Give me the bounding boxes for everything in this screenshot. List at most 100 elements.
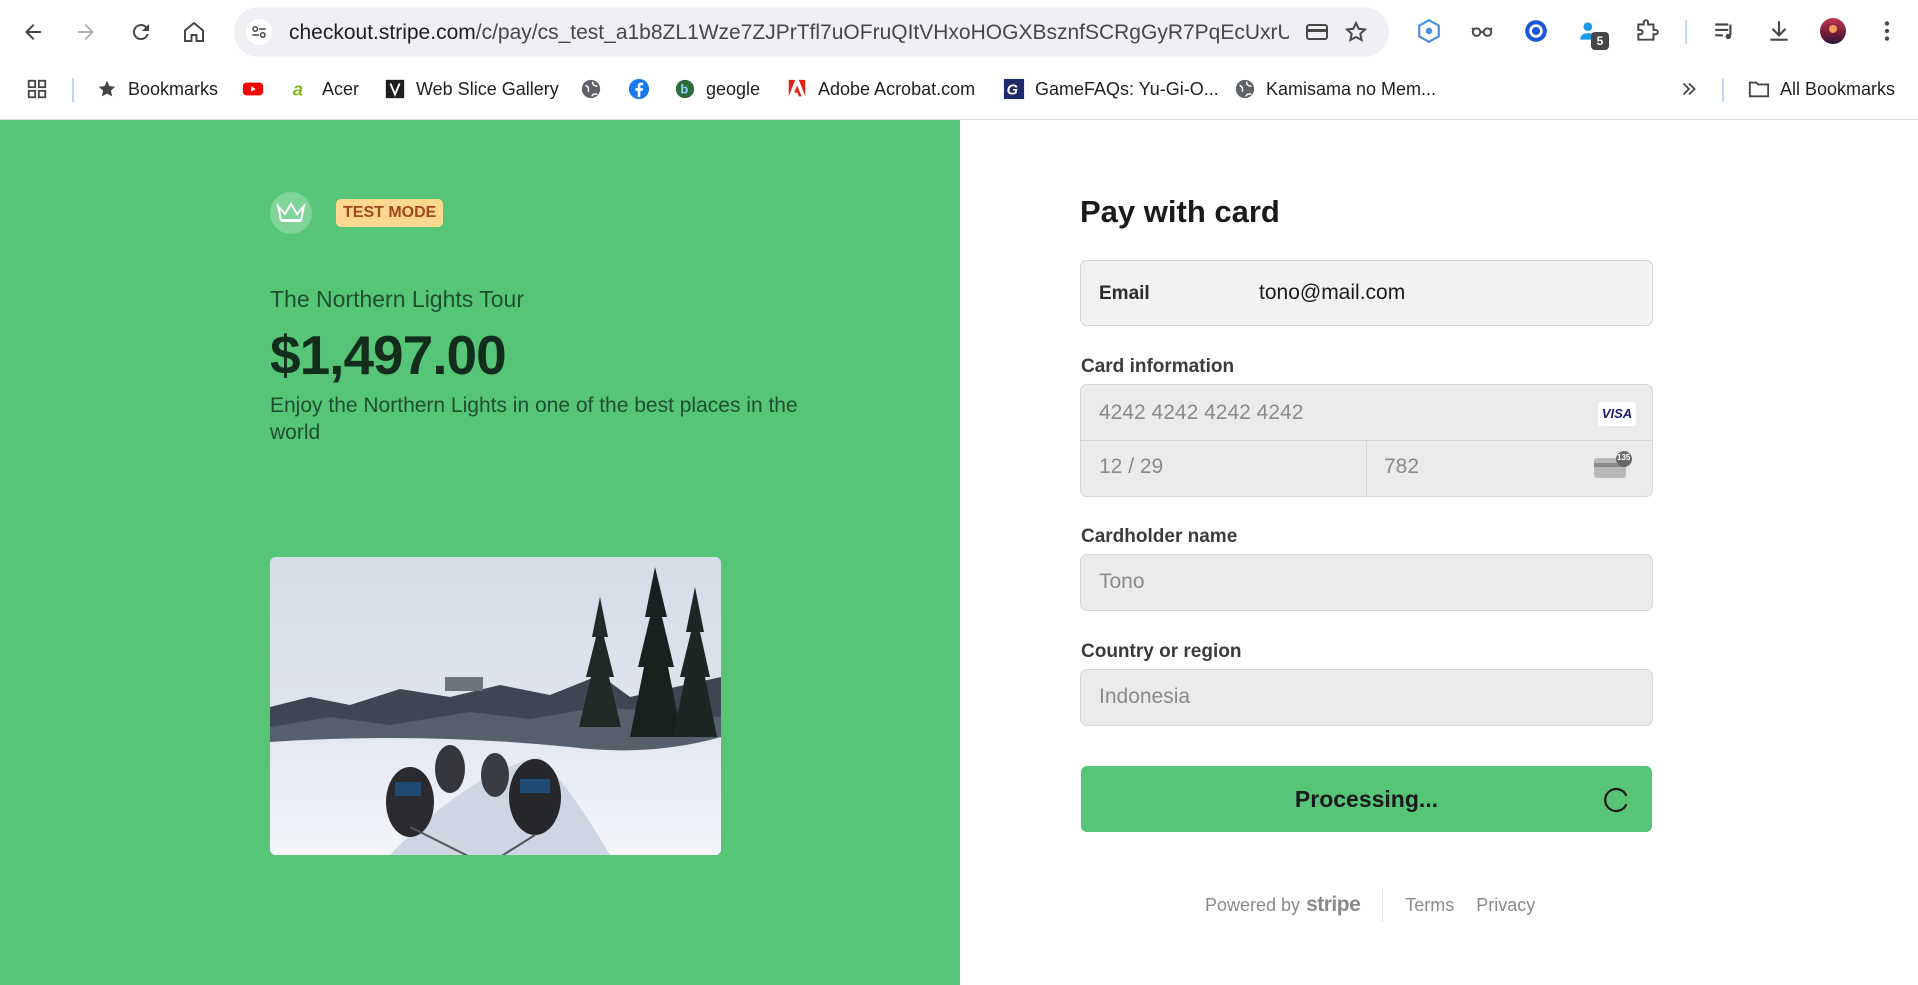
- pay-button[interactable]: Processing...: [1081, 766, 1652, 832]
- test-mode-badge: TEST MODE: [336, 199, 444, 227]
- bookmark-label: Bookmarks: [128, 78, 219, 99]
- bookmarks-bar: Bookmarks a Acer Web Slice Gallery b geo…: [0, 68, 1918, 108]
- kebab-menu-icon: [1884, 21, 1890, 41]
- cvc-icon-digits: 135: [1617, 453, 1631, 462]
- extension-count-badge: 5: [1591, 32, 1609, 50]
- apps-button[interactable]: [26, 74, 58, 104]
- stripe-logo[interactable]: stripe: [1306, 893, 1361, 917]
- more-bookmarks-button[interactable]: [1678, 74, 1710, 104]
- home-button[interactable]: [174, 12, 214, 52]
- site-info-button[interactable]: [246, 19, 272, 45]
- bookmark-item-web-slice[interactable]: Web Slice Gallery: [384, 74, 559, 104]
- address-bar[interactable]: checkout.stripe.com/c/pay/cs_test_a1b8ZL…: [234, 7, 1389, 57]
- checkout-footer: Powered by stripe Terms Privacy: [1205, 888, 1557, 922]
- globe-icon: [1234, 78, 1256, 100]
- hexagon-extension-icon: [1418, 18, 1440, 44]
- url-text[interactable]: checkout.stripe.com/c/pay/cs_test_a1b8ZL…: [289, 21, 1289, 45]
- browser-chrome: checkout.stripe.com/c/pay/cs_test_a1b8ZL…: [0, 0, 1918, 120]
- email-value: tono@mail.com: [1259, 281, 1406, 304]
- footer-divider: [1382, 888, 1384, 922]
- acer-icon: a: [290, 78, 312, 100]
- star-outline-icon: [1344, 20, 1368, 42]
- email-field[interactable]: Email tono@mail.com: [1080, 260, 1653, 326]
- extension-glasses-button[interactable]: [1465, 14, 1499, 48]
- svg-text:b: b: [680, 82, 688, 97]
- all-bookmarks-label: All Bookmarks: [1780, 78, 1896, 99]
- spinner-icon: [1604, 787, 1628, 813]
- all-bookmarks-button[interactable]: All Bookmarks: [1748, 74, 1895, 104]
- country-select[interactable]: Indonesia: [1080, 669, 1653, 726]
- media-controls-button[interactable]: [1708, 14, 1742, 48]
- cardholder-name-input[interactable]: Tono: [1080, 554, 1653, 611]
- pay-button-label: Processing...: [1294, 786, 1439, 812]
- extensions-menu-button[interactable]: [1630, 14, 1664, 48]
- product-image: [270, 557, 721, 855]
- product-description: Enjoy the Northern Lights in one of the …: [270, 394, 798, 444]
- card-autofill-button[interactable]: [1304, 19, 1330, 45]
- bookmark-item-kamisama[interactable]: Kamisama no Mem...: [1234, 74, 1436, 104]
- gamefaqs-icon: G: [1003, 78, 1025, 100]
- card-information-group: 4242 4242 4242 4242 VISA 12 / 29 782 135: [1080, 384, 1653, 497]
- downloads-button[interactable]: [1762, 14, 1796, 48]
- avatar: [1820, 18, 1846, 44]
- product-name: The Northern Lights Tour: [270, 286, 524, 312]
- extension-hex-button[interactable]: [1412, 14, 1446, 48]
- adobe-icon: [786, 78, 808, 100]
- bookmark-label: geogle: [706, 78, 761, 99]
- bookmark-label: Kamisama no Mem...: [1266, 78, 1437, 99]
- url-path: /c/pay/cs_test_a1b8ZL1Wze7ZJPrTfl7uOFruQ…: [475, 21, 1289, 44]
- expiry-input[interactable]: 12 / 29: [1099, 455, 1163, 479]
- bookmark-label: Adobe Acrobat.com: [818, 78, 976, 99]
- powered-by-text: Powered by: [1205, 894, 1301, 915]
- playlist-icon: [1715, 23, 1732, 40]
- cvc-input[interactable]: 782: [1384, 455, 1419, 479]
- bookmark-label: GameFAQs: Yu-Gi-O...: [1035, 78, 1219, 99]
- star-icon: [96, 78, 118, 100]
- bookmarks-divider: [1722, 78, 1724, 102]
- bookmark-label: Acer: [322, 78, 360, 99]
- extension-badge-button[interactable]: 5: [1573, 14, 1609, 50]
- download-icon: [1770, 21, 1788, 41]
- reload-icon: [132, 24, 149, 41]
- bookmark-item-geogle[interactable]: b geogle: [674, 74, 760, 104]
- card-number-input[interactable]: 4242 4242 4242 4242: [1099, 401, 1303, 425]
- blue-circle-icon: [1525, 20, 1547, 42]
- back-button[interactable]: [13, 12, 53, 52]
- merchant-logo[interactable]: [270, 192, 312, 234]
- extension-circle-button[interactable]: [1519, 14, 1553, 48]
- puzzle-icon: [1637, 19, 1659, 41]
- bookmark-item-bookmarks[interactable]: Bookmarks: [96, 74, 218, 104]
- url-host: checkout.stripe.com: [289, 21, 476, 44]
- svg-text:G: G: [1007, 83, 1018, 99]
- browser-menu-button[interactable]: [1870, 14, 1904, 48]
- crown-logo-icon: [276, 202, 306, 222]
- bookmark-item-globe-1[interactable]: [580, 74, 612, 104]
- bookmark-item-gamefaqs[interactable]: G GameFAQs: Yu-Gi-O...: [1003, 74, 1219, 104]
- country-value: Indonesia: [1099, 685, 1191, 708]
- chevron-double-right-icon: [1678, 78, 1700, 100]
- apps-grid-icon: [26, 78, 48, 100]
- bookmark-item-adobe[interactable]: Adobe Acrobat.com: [786, 74, 975, 104]
- folder-icon: [1748, 78, 1770, 100]
- terms-link[interactable]: Terms: [1405, 895, 1454, 916]
- bookmark-item-facebook[interactable]: [628, 74, 660, 104]
- email-label: Email: [1099, 283, 1150, 304]
- forward-button[interactable]: [66, 12, 106, 52]
- reload-button[interactable]: [121, 12, 161, 52]
- bookmark-item-acer[interactable]: a Acer: [290, 74, 359, 104]
- toolbar-divider: [1685, 20, 1687, 44]
- payment-form-panel: Pay with card Email tono@mail.com Card i…: [960, 120, 1918, 985]
- privacy-link[interactable]: Privacy: [1476, 895, 1535, 916]
- product-price: $1,497.00: [270, 324, 507, 386]
- tune-icon: [252, 26, 266, 38]
- bookmark-star-button[interactable]: [1343, 19, 1369, 45]
- bookmark-item-youtube[interactable]: [242, 74, 274, 104]
- cardholder-name-label: Cardholder name: [1081, 526, 1238, 547]
- facebook-icon: [628, 78, 650, 100]
- profile-avatar-button[interactable]: [1816, 14, 1850, 48]
- cardholder-name-value: Tono: [1099, 570, 1145, 593]
- country-label: Country or region: [1081, 641, 1242, 662]
- credit-card-icon: [1306, 24, 1328, 40]
- form-title: Pay with card: [1080, 194, 1280, 229]
- geogle-icon: b: [674, 78, 696, 100]
